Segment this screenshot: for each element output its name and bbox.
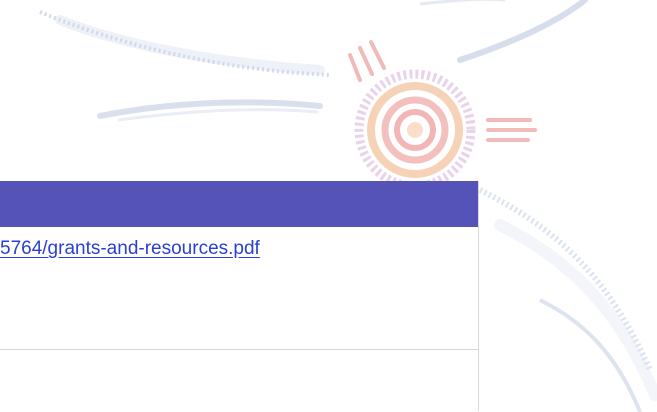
table-row: 5764/grants-and-resources.pdf	[0, 227, 478, 350]
sun-logo-icon	[348, 40, 537, 191]
swoosh-top-right	[457, 0, 588, 63]
table-header-bar	[0, 181, 478, 227]
grants-resources-pdf-link[interactable]: 5764/grants-and-resources.pdf	[0, 237, 260, 261]
swoosh-right-lower-2	[494, 219, 657, 401]
swoosh-top-right-2	[419, 0, 505, 6]
swoosh-bottom-right	[539, 298, 642, 412]
swoosh-top-left-2	[55, 15, 325, 75]
table-row-empty	[0, 350, 478, 410]
documents-table: 5764/grants-and-resources.pdf	[0, 181, 479, 411]
